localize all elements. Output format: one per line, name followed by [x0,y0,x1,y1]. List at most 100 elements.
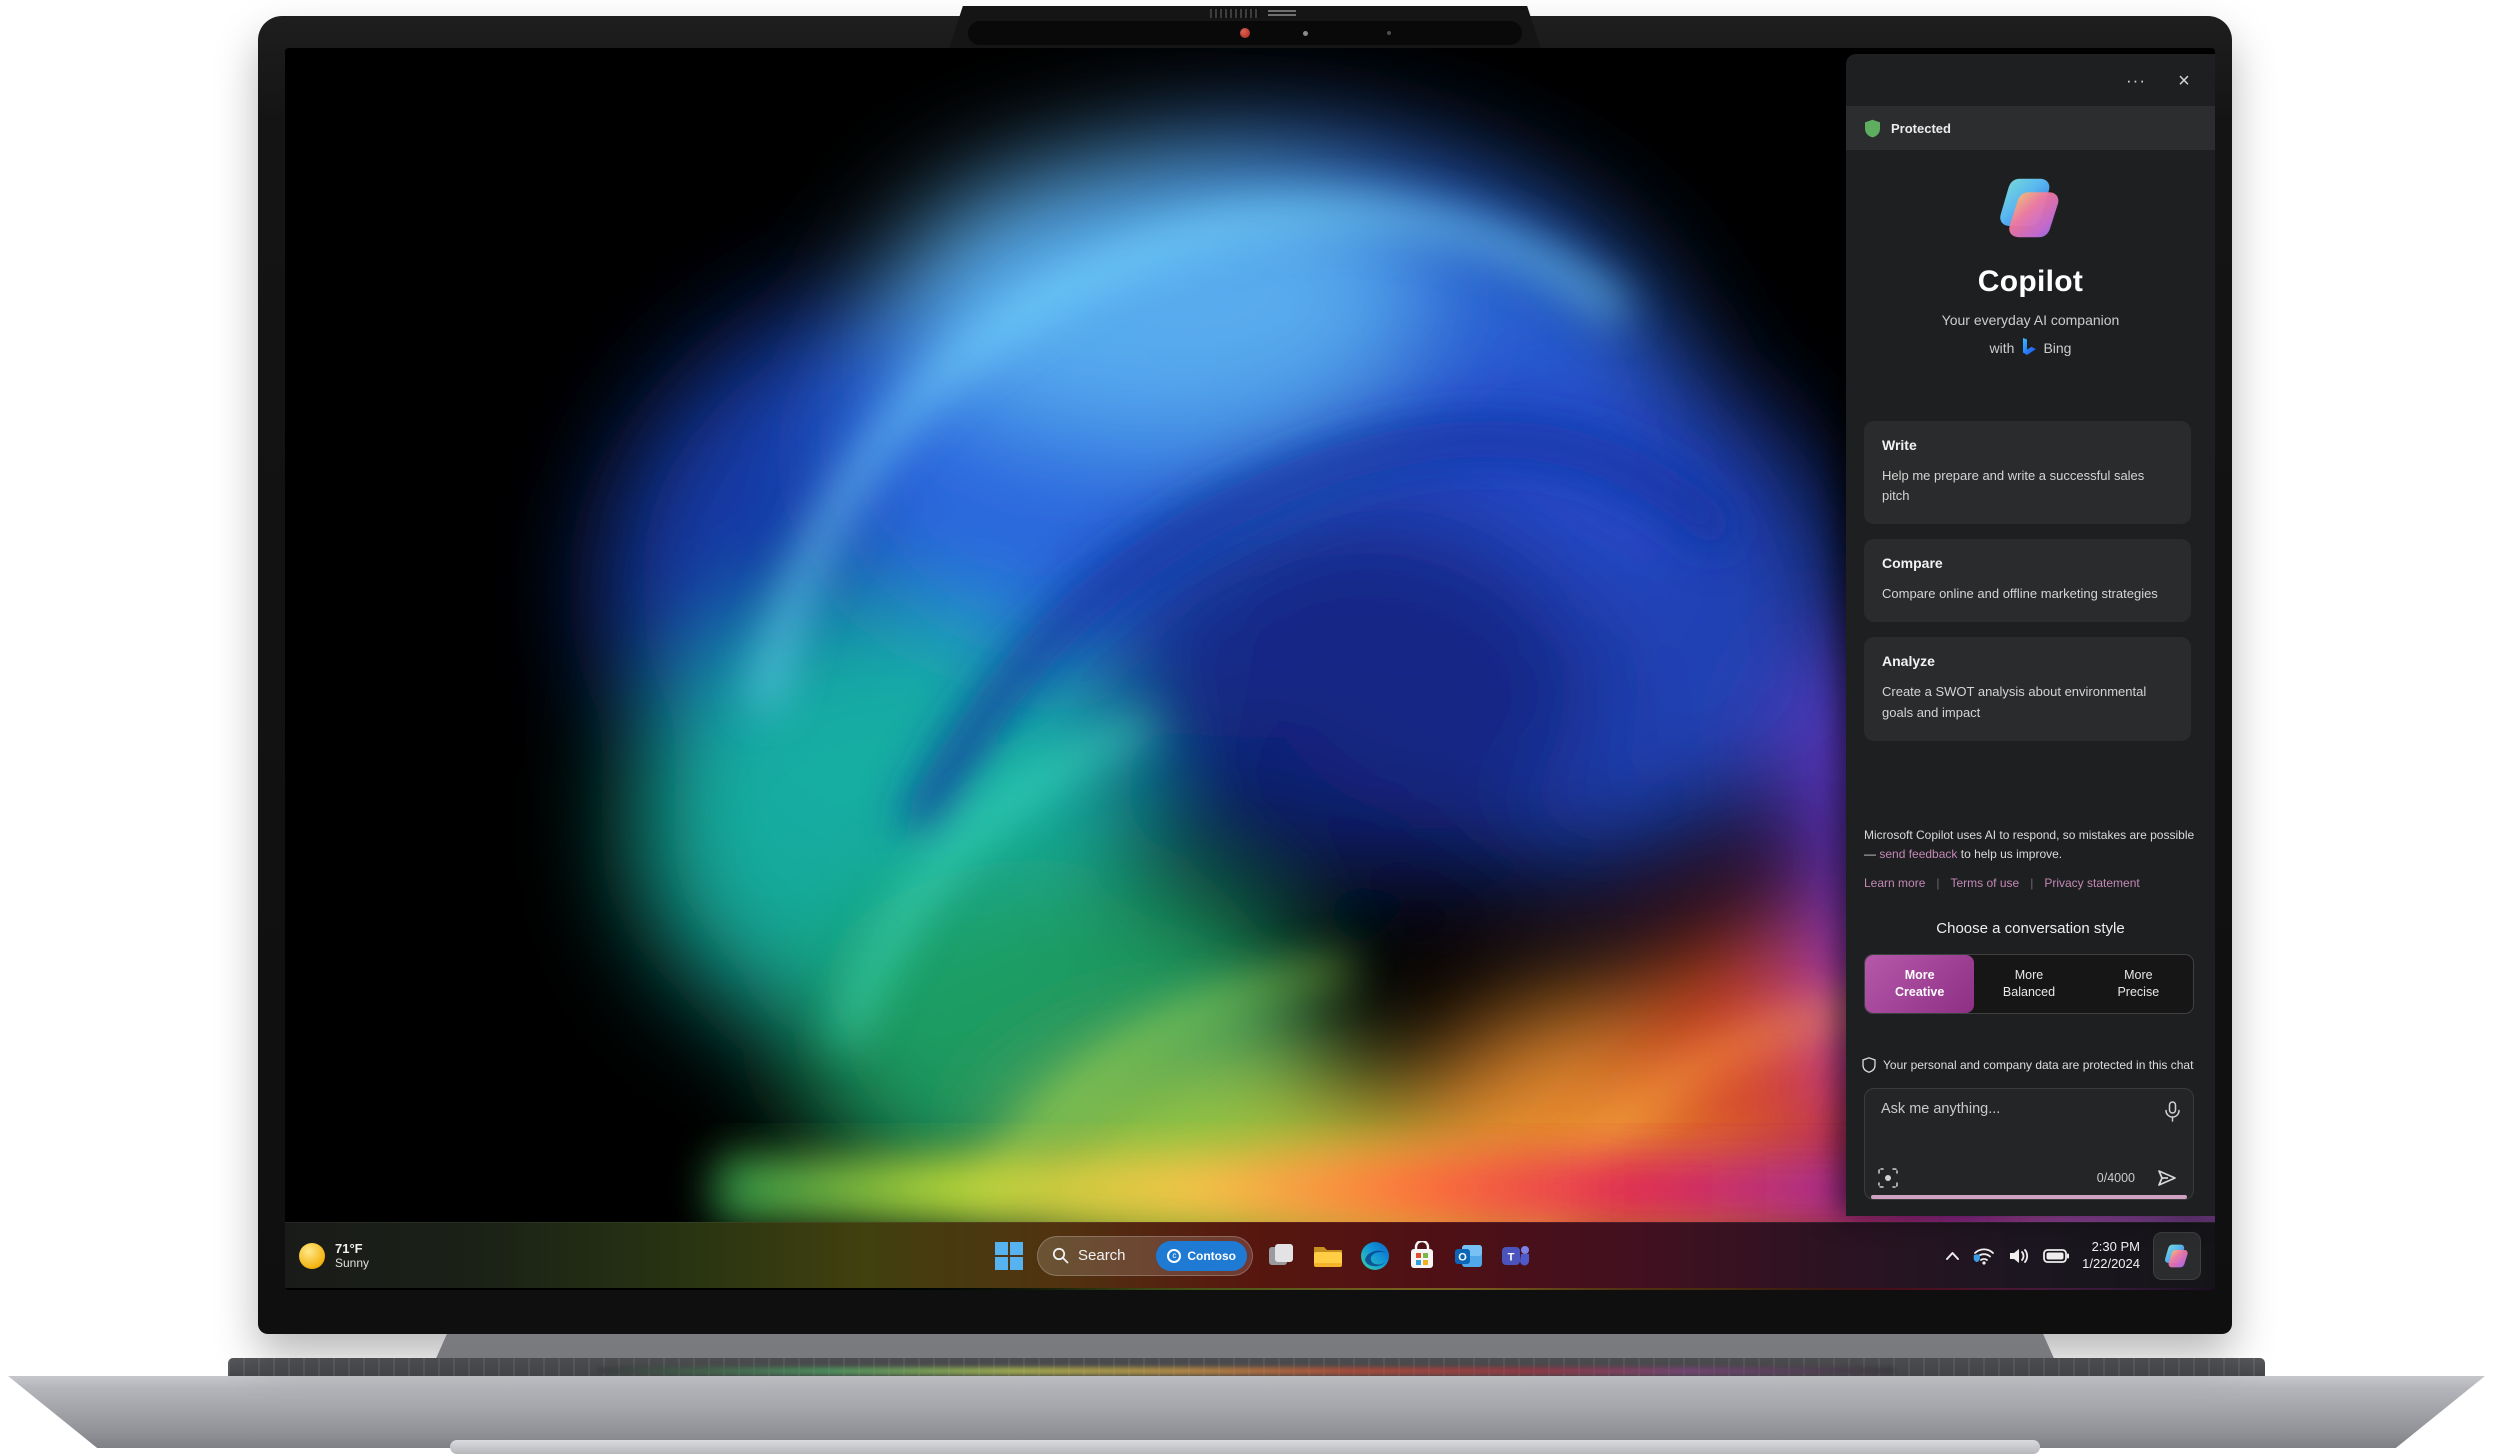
style-option-line1: More [2124,967,2152,984]
webcam-notch [948,6,1542,52]
store-icon [1407,1241,1437,1271]
input-accent-underline [1871,1195,2187,1199]
with-bing-line: with Bing [1846,338,2215,357]
send-feedback-link[interactable]: send feedback [1879,847,1957,861]
search-placeholder: Search [1078,1247,1147,1264]
edge-button[interactable] [1356,1237,1394,1275]
notch-grip-texture [1210,9,1260,18]
style-option-line2: Balanced [2003,984,2055,1001]
chevron-up-icon[interactable] [1945,1251,1960,1261]
suggestion-card-write[interactable]: Write Help me prepare and write a succes… [1864,421,2191,524]
conversation-style-toggle: More Creative More Balanced More Precise [1864,954,2194,1014]
webcam-sensor-icon [1387,31,1391,35]
more-icon: ··· [2126,71,2146,91]
card-description: Compare online and offline marketing str… [1882,584,2164,604]
conversation-style-heading: Choose a conversation style [1846,920,2215,937]
char-counter: 0/4000 [2097,1171,2135,1185]
card-description: Create a SWOT analysis about environment… [1882,682,2164,722]
visual-search-icon[interactable] [1877,1167,1899,1189]
chat-input-box: 0/4000 [1864,1088,2194,1200]
protected-label: Protected [1891,121,1951,136]
start-button[interactable] [990,1237,1028,1275]
contoso-badge[interactable]: c Contoso [1156,1241,1247,1271]
search-box[interactable]: Search c Contoso [1037,1236,1253,1276]
weather-widget[interactable]: 71°F Sunny [299,1223,369,1288]
shield-outline-icon [1862,1057,1876,1073]
search-icon [1052,1247,1069,1264]
style-option-line2: Creative [1895,984,1944,1001]
task-view-button[interactable] [1262,1237,1300,1275]
store-button[interactable] [1403,1237,1441,1275]
copilot-taskbar-button[interactable] [2153,1232,2201,1280]
clock-time: 2:30 PM [2082,1239,2140,1256]
suggestion-cards: Write Help me prepare and write a succes… [1864,421,2191,741]
webcam-bar [968,21,1522,45]
weather-temperature: 71°F [335,1241,369,1257]
battery-icon[interactable] [2043,1249,2069,1263]
copilot-title: Copilot [1846,265,2215,299]
chat-input[interactable] [1879,1099,2149,1153]
terms-of-use-link[interactable]: Terms of use [1951,876,2020,890]
copilot-brand: Copilot Your everyday AI companion with … [1846,172,2215,357]
sun-icon [299,1243,325,1269]
weather-condition: Sunny [335,1256,369,1270]
close-icon: × [2178,70,2190,93]
style-option-line2: Precise [2117,984,2159,1001]
close-button[interactable]: × [2169,66,2199,96]
style-option-more-precise[interactable]: More Precise [2084,955,2193,1013]
link-separator: | [1936,876,1939,890]
laptop-screen: 71°F Sunny Search [285,48,2215,1290]
teams-button[interactable]: T [1497,1237,1535,1275]
wifi-icon[interactable] [1973,1247,1995,1265]
card-description: Help me prepare and write a successful s… [1882,466,2164,506]
style-option-more-balanced[interactable]: More Balanced [1974,955,2083,1013]
copilot-tagline: Your everyday AI companion [1846,312,2215,328]
keyboard-reflection [598,1367,1895,1375]
protected-banner: Protected [1846,106,2215,150]
more-options-button[interactable]: ··· [2121,66,2151,96]
edge-icon [1359,1240,1391,1272]
volume-icon[interactable] [2008,1247,2030,1265]
svg-text:O: O [1458,1251,1467,1263]
windows-start-icon [994,1241,1024,1271]
teams-icon: T [1501,1241,1531,1271]
send-icon[interactable] [2155,1166,2179,1190]
learn-more-link[interactable]: Learn more [1864,876,1925,890]
ai-disclaimer: Microsoft Copilot uses AI to respond, so… [1864,826,2199,863]
contoso-logo-icon: c [1167,1249,1181,1263]
suggestion-card-compare[interactable]: Compare Compare online and offline marke… [1864,539,2191,622]
contoso-badge-label: Contoso [1187,1249,1236,1263]
clock-date: 1/22/2024 [2082,1256,2140,1273]
card-title: Compare [1882,555,2173,571]
panel-header: ··· × [1846,54,2215,106]
copilot-logo-icon [1995,172,2067,244]
outlook-button[interactable]: O [1450,1237,1488,1275]
shield-icon [1864,119,1881,138]
style-option-more-creative[interactable]: More Creative [1865,955,1974,1013]
style-option-line1: More [1905,967,1935,984]
bing-icon [2021,338,2036,357]
style-option-line1: More [2015,967,2043,984]
outlook-icon: O [1454,1241,1484,1271]
clock[interactable]: 2:30 PM 1/22/2024 [2082,1239,2140,1273]
card-title: Analyze [1882,653,2173,669]
laptop-front-lip [450,1440,2040,1454]
card-title: Write [1882,437,2173,453]
data-protection-text: Your personal and company data are prote… [1883,1058,2193,1072]
laptop-base [8,1376,2485,1448]
link-separator: | [2030,876,2033,890]
privacy-statement-link[interactable]: Privacy statement [2044,876,2139,890]
notch-latch [1268,10,1296,17]
suggestion-card-analyze[interactable]: Analyze Create a SWOT analysis about env… [1864,637,2191,740]
bing-word: Bing [2043,340,2071,356]
marketing-scene: 71°F Sunny Search [0,0,2493,1454]
file-explorer-button[interactable] [1309,1237,1347,1275]
copilot-logo-icon [2163,1242,2191,1270]
disclaimer-text-after: to help us improve. [1957,847,2062,861]
webcam-lens-icon [1303,31,1308,36]
taskbar: 71°F Sunny Search [285,1222,2215,1288]
copilot-panel: ··· × Protected [1846,54,2215,1216]
task-view-icon [1266,1241,1296,1271]
mic-icon[interactable] [2164,1101,2181,1123]
webcam-led-icon [1240,28,1250,38]
